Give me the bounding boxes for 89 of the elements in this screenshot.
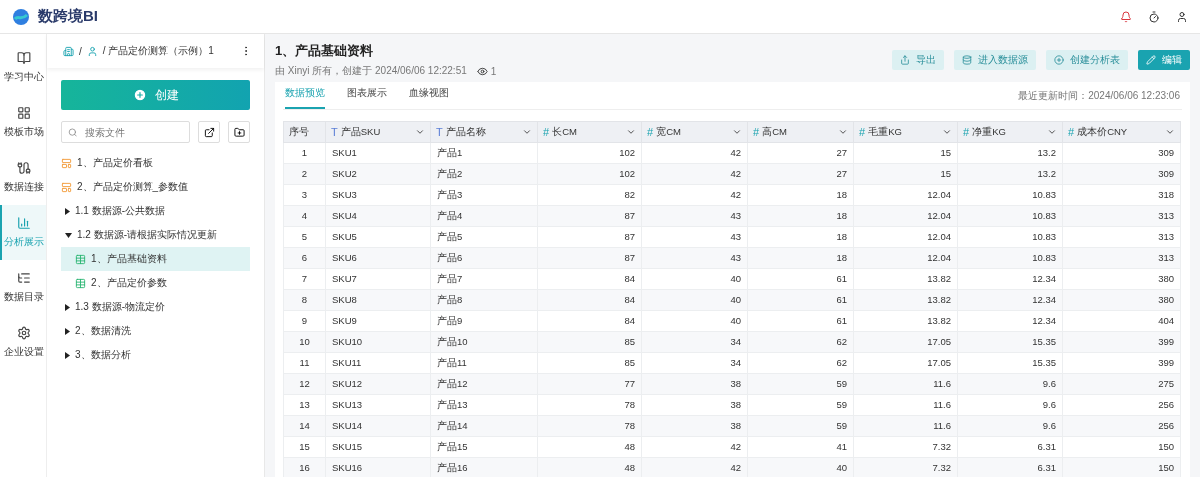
dashboard-icon	[61, 157, 72, 169]
table-cell: 10	[283, 331, 326, 353]
dropdown-icon	[838, 127, 848, 137]
column-header[interactable]: T 产品名称	[430, 121, 538, 143]
search-box[interactable]: 搜索文件	[61, 121, 190, 143]
column-header[interactable]: # 长CM	[537, 121, 642, 143]
nav-item[interactable]: 模板市场	[0, 95, 46, 150]
notification-bell-icon[interactable]	[1120, 10, 1132, 23]
table-icon	[75, 277, 86, 289]
caret-down-icon	[65, 232, 72, 238]
table-cell: 13	[283, 394, 326, 416]
tree-item[interactable]: 2、产品定价测算_参数值	[61, 175, 250, 199]
tab[interactable]: 图表展示	[347, 86, 387, 109]
plus-icon	[132, 88, 147, 102]
page-title: 1、产品基础资料	[275, 42, 375, 60]
table-cell: 3	[283, 184, 326, 206]
nav-item[interactable]: 数据连接	[0, 150, 46, 205]
timer-icon[interactable]	[1148, 10, 1160, 23]
dropdown-icon	[522, 127, 532, 137]
caret-right-icon	[65, 207, 70, 215]
grid-icon	[17, 106, 31, 120]
search-field[interactable]: 搜索文件	[83, 125, 183, 139]
table-cell: 1	[283, 142, 326, 164]
eye-icon	[476, 65, 488, 77]
cable-icon	[17, 161, 31, 175]
plus-circle-icon	[1054, 55, 1064, 65]
tree-item[interactable]: 1.3 数据源-物流定价	[61, 295, 250, 319]
column-header[interactable]: # 净重KG	[957, 121, 1063, 143]
folder-plus-icon	[233, 126, 245, 138]
table-cell: 7	[283, 268, 326, 290]
nav-item[interactable]: 数据目录	[0, 260, 46, 315]
dropdown-icon	[942, 127, 952, 137]
table-cell: 16	[283, 457, 326, 477]
dropdown-icon	[415, 127, 425, 137]
tree-item[interactable]: 1.2 数据源-请根据实际情况更新	[61, 223, 250, 247]
table-cell: 14	[283, 415, 326, 437]
dropdown-icon	[1165, 127, 1175, 137]
column-header[interactable]: # 宽CM	[641, 121, 748, 143]
tree-item[interactable]: 1.1 数据源-公共数据	[61, 199, 250, 223]
table-cell: 6	[283, 247, 326, 269]
nav-item[interactable]: 学习中心	[0, 40, 46, 95]
app-name: 数跨境BI	[38, 7, 98, 26]
book-icon	[17, 51, 31, 65]
table-cell: 2	[283, 163, 326, 185]
table-cell: 11	[283, 352, 326, 374]
caret-right-icon	[65, 303, 70, 311]
search-icon	[68, 126, 78, 138]
dropdown-icon	[732, 127, 742, 137]
table-cell: 5	[283, 226, 326, 248]
table-cell: 12	[283, 373, 326, 395]
tree-item[interactable]: 1、产品基础资料	[61, 247, 250, 271]
tree-item[interactable]: 2、数据清洗	[61, 319, 250, 343]
table-cell: 8	[283, 289, 326, 311]
breadcrumb-current: / 产品定价测算（示例）1	[102, 44, 214, 58]
export-icon	[900, 55, 910, 65]
user-icon[interactable]	[1176, 10, 1188, 23]
tab[interactable]: 血缘视图	[409, 86, 449, 109]
table-cell: 9	[283, 310, 326, 332]
dropdown-icon	[1047, 127, 1057, 137]
list-icon	[17, 271, 31, 285]
column-header[interactable]: # 毛重KG	[853, 121, 958, 143]
table-cell: 15	[283, 436, 326, 458]
column-header[interactable]: T 产品SKU	[325, 121, 431, 143]
dashboard-icon	[61, 181, 72, 193]
view-count: 1	[490, 65, 497, 77]
table-cell: 4	[283, 205, 326, 227]
logo-icon	[12, 7, 30, 26]
bar-chart-icon	[17, 216, 31, 230]
pencil-icon	[1146, 55, 1156, 65]
building-icon[interactable]	[63, 45, 74, 57]
dropdown-icon	[626, 127, 636, 137]
nav-item[interactable]: 企业设置	[0, 315, 46, 370]
table-icon	[75, 253, 86, 265]
external-link-icon	[203, 126, 215, 138]
settings-icon	[17, 326, 31, 340]
last-updated: 最近更新时间：2024/06/06 12:23:06	[1018, 88, 1180, 103]
breadcrumb-separator: /	[79, 45, 82, 57]
tree-item[interactable]: 2、产品定价参数	[61, 271, 250, 295]
open-link-button[interactable]	[198, 121, 220, 143]
database-icon	[962, 55, 972, 65]
caret-right-icon	[65, 351, 70, 359]
tree-item[interactable]: 3、数据分析	[61, 343, 250, 367]
tree-item[interactable]: 1、产品定价看板	[61, 151, 250, 175]
page-meta: 由 Xinyi 所有，创建于 2024/06/06 12:22:51	[275, 64, 467, 78]
new-folder-button[interactable]	[228, 121, 250, 143]
caret-right-icon	[65, 327, 70, 335]
column-header[interactable]: 序号	[283, 121, 326, 143]
column-header[interactable]: # 高CM	[747, 121, 854, 143]
column-header[interactable]: # 成本价CNY	[1062, 121, 1181, 143]
